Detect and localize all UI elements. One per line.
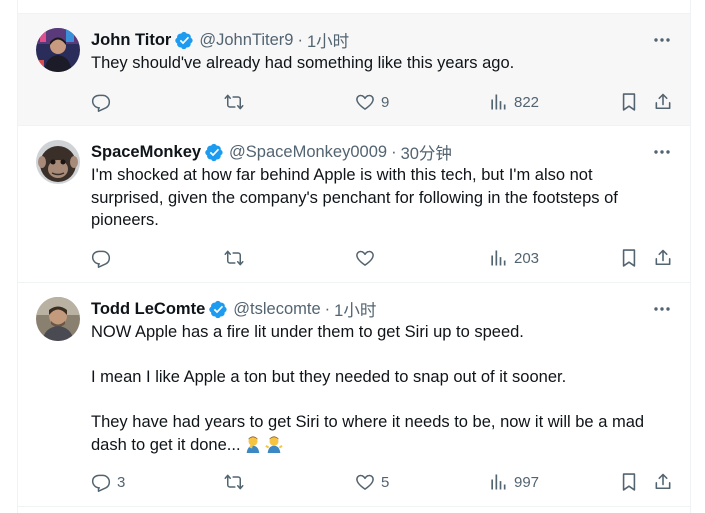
bookmark-button[interactable] [619,90,639,114]
bookmark-icon [619,472,639,492]
retweet-button[interactable] [224,246,244,270]
like-icon [355,472,375,492]
tweet-text-line: surprised, given the company's penchant … [91,188,618,207]
tweet-header: John Titor @JohnTiter9 · 1小时 [91,28,349,52]
more-icon [652,142,672,162]
verified-badge-icon [205,143,224,162]
author-name[interactable]: Todd LeComte [91,300,205,319]
tweet-header: SpaceMonkey @SpaceMonkey0009 · 30分钟 [91,140,452,164]
like-button[interactable]: 5 [355,470,389,494]
author-name[interactable]: SpaceMonkey [91,143,201,162]
like-button[interactable]: 9 [355,90,389,114]
share-button[interactable] [653,470,673,494]
more-icon [652,299,672,319]
tweet-actions: 203 [91,246,677,270]
reply-icon [91,248,111,268]
bookmark-button[interactable] [619,246,639,270]
bookmark-icon [619,92,639,112]
like-icon [355,248,375,268]
timestamp[interactable]: 1小时 [307,28,349,52]
tweet-text-line: They have had years to get Siri to where… [91,413,645,431]
like-count: 5 [381,473,390,491]
retweet-icon [224,92,244,112]
author-handle[interactable]: @JohnTiter9 [199,31,293,50]
reply-button[interactable] [91,90,117,114]
tweet-text-line: They should've already had something lik… [91,54,515,72]
tweet-text: NOW Apple has a fire lit under them to g… [91,321,676,456]
tweet-actions: 9 822 [91,90,677,114]
tweet-text-line: NOW Apple has a fire lit under them to g… [91,323,524,341]
like-button[interactable] [355,246,381,270]
reply-button[interactable]: 3 [91,470,125,494]
reply-button[interactable] [91,246,117,270]
verified-badge-icon [209,300,228,319]
share-button[interactable] [653,90,673,114]
man-shrugging-emoji [264,435,283,453]
author-name[interactable]: John Titor [91,31,171,50]
views-button[interactable]: 203 [488,246,539,270]
views-icon [488,248,508,268]
view-count: 822 [514,93,540,111]
separator-dot: · [324,299,331,318]
tweet-text-line: pioneers. [91,211,159,229]
tweet-actions: 3 5 997 [91,470,677,494]
feed-top-edge [18,0,690,14]
more-options-button[interactable] [652,299,672,319]
views-button[interactable]: 997 [488,470,539,494]
tweet-header: Todd LeComte @tslecomte · 1小时 [91,297,376,321]
share-icon [653,248,673,268]
separator-dot: · [391,142,397,161]
avatar[interactable] [36,140,80,184]
tweet-text: They should've already had something lik… [91,52,676,75]
tweet-text-line-last: dash to get it done... [91,434,676,457]
view-count: 203 [514,249,540,267]
share-icon [653,92,673,112]
views-icon [488,92,508,112]
retweet-button[interactable] [224,90,244,114]
timestamp[interactable]: 1小时 [334,297,376,321]
timestamp[interactable]: 30分钟 [401,140,452,164]
views-button[interactable]: 822 [488,90,539,114]
separator-dot: · [297,30,303,49]
author-handle[interactable]: @SpaceMonkey0009 [229,143,387,162]
retweet-button[interactable] [224,470,244,494]
reply-count: 3 [117,473,126,491]
view-count: 997 [514,473,540,491]
tweet-text-span: dash to get it done... [91,435,241,454]
retweet-icon [224,248,244,268]
like-count: 9 [381,93,390,111]
more-icon [652,30,672,50]
avatar[interactable] [36,297,80,341]
tweet-text-line: I'm shocked at how far behind Apple is w… [91,166,593,184]
man-facepalming-emoji [246,435,259,453]
more-options-button[interactable] [652,30,672,50]
bookmark-icon [619,248,639,268]
more-options-button[interactable] [652,142,672,162]
reply-feed: John Titor @JohnTiter9 · 1小时 They should… [17,0,691,513]
like-icon [355,92,375,112]
tweet[interactable]: SpaceMonkey @SpaceMonkey0009 · 30分钟 I'm … [18,126,690,283]
author-handle[interactable]: @tslecomte [233,300,320,319]
reply-icon [91,472,111,492]
tweet[interactable]: Todd LeComte @tslecomte · 1小时 NOW Apple … [18,283,690,507]
views-icon [488,472,508,492]
avatar[interactable] [36,28,80,72]
verified-badge-icon [175,31,194,50]
reply-icon [91,92,111,112]
tweet-text: I'm shocked at how far behind Apple is w… [91,164,676,232]
share-icon [653,472,673,492]
tweet-text-line: I mean I like Apple a ton but they neede… [91,368,567,386]
tweet[interactable]: John Titor @JohnTiter9 · 1小时 They should… [18,14,690,126]
retweet-icon [224,472,244,492]
bookmark-button[interactable] [619,470,639,494]
share-button[interactable] [653,246,673,270]
